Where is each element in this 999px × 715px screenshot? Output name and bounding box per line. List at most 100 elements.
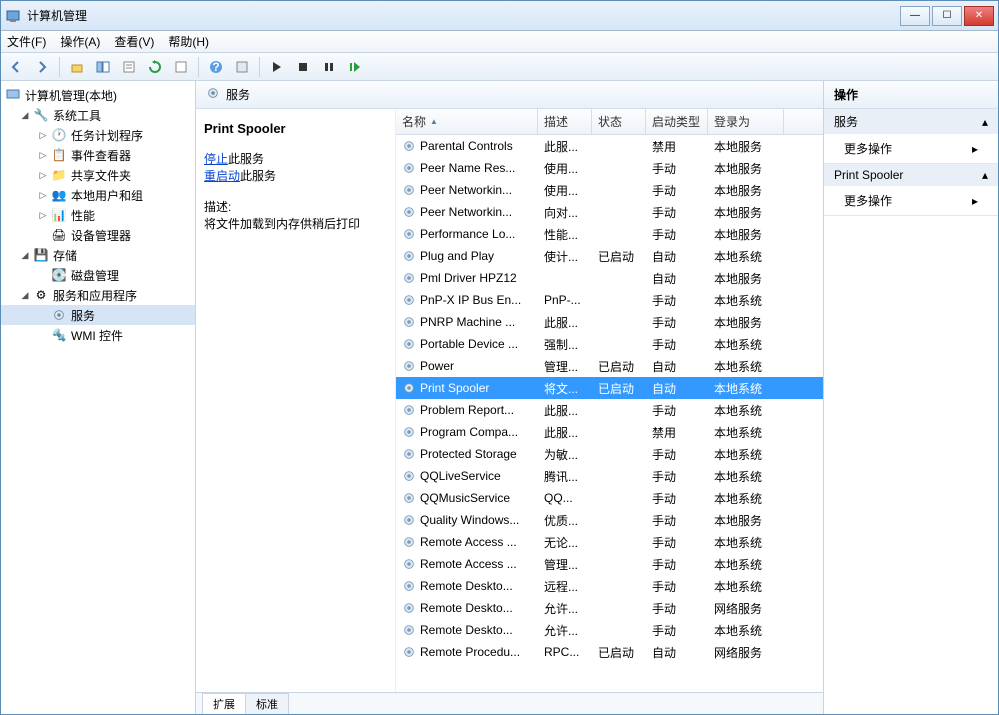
- tree-label: 共享文件夹: [71, 167, 131, 184]
- service-row[interactable]: Plug and Play使计...已启动自动本地系统: [396, 245, 823, 267]
- properties-button[interactable]: [118, 56, 140, 78]
- expand-icon[interactable]: ▷: [37, 210, 49, 221]
- service-row[interactable]: Peer Networkin...向对...手动本地服务: [396, 201, 823, 223]
- expand-icon[interactable]: ▷: [37, 130, 49, 141]
- stop-link[interactable]: 停止: [204, 152, 228, 166]
- cell-name: Problem Report...: [396, 403, 538, 417]
- minimize-button[interactable]: —: [900, 6, 930, 26]
- collapse-icon[interactable]: ◢: [19, 290, 31, 301]
- cell-desc: 性能...: [538, 226, 592, 243]
- tab-extended[interactable]: 扩展: [202, 693, 246, 714]
- menu-help[interactable]: 帮助(H): [168, 33, 209, 50]
- tree-label: 磁盘管理: [71, 267, 119, 284]
- column-logon[interactable]: 登录为: [708, 109, 784, 134]
- export-button[interactable]: [170, 56, 192, 78]
- tree-services[interactable]: 服务: [1, 305, 195, 325]
- service-row[interactable]: Print Spooler将文...已启动自动本地系统: [396, 377, 823, 399]
- service-row[interactable]: Peer Networkin...使用...手动本地服务: [396, 179, 823, 201]
- cell-desc: RPC...: [538, 645, 592, 659]
- collapse-icon[interactable]: ◢: [19, 250, 31, 261]
- service-row[interactable]: Quality Windows...优质...手动本地服务: [396, 509, 823, 531]
- cell-name: Remote Deskto...: [396, 601, 538, 615]
- expand-icon[interactable]: ▷: [37, 190, 49, 201]
- titlebar[interactable]: 计算机管理 — ☐ ✕: [1, 1, 998, 31]
- cell-startup: 手动: [646, 292, 708, 309]
- start-button[interactable]: [266, 56, 288, 78]
- column-desc[interactable]: 描述: [538, 109, 592, 134]
- service-row[interactable]: Performance Lo...性能...手动本地服务: [396, 223, 823, 245]
- pause-button[interactable]: [318, 56, 340, 78]
- service-row[interactable]: Remote Deskto...远程...手动本地系统: [396, 575, 823, 597]
- refresh-button[interactable]: [144, 56, 166, 78]
- menu-view[interactable]: 查看(V): [114, 33, 154, 50]
- tree-device-manager[interactable]: 🖨设备管理器: [1, 225, 195, 245]
- cell-startup: 手动: [646, 402, 708, 419]
- service-row[interactable]: Remote Access ...无论...手动本地系统: [396, 531, 823, 553]
- service-row[interactable]: Remote Deskto...允许...手动网络服务: [396, 597, 823, 619]
- tree-shared-folders[interactable]: ▷📁共享文件夹: [1, 165, 195, 185]
- tree-performance[interactable]: ▷📊性能: [1, 205, 195, 225]
- service-row[interactable]: Portable Device ...强制...手动本地系统: [396, 333, 823, 355]
- cell-startup: 手动: [646, 490, 708, 507]
- service-row[interactable]: Problem Report...此服...手动本地系统: [396, 399, 823, 421]
- more-actions-item[interactable]: 更多操作▸: [824, 134, 998, 163]
- tree-disk-management[interactable]: 💽磁盘管理: [1, 265, 195, 285]
- tree-event-viewer[interactable]: ▷📋事件查看器: [1, 145, 195, 165]
- forward-button[interactable]: [31, 56, 53, 78]
- restart-button[interactable]: [344, 56, 366, 78]
- tool-button[interactable]: [231, 56, 253, 78]
- service-row[interactable]: Parental Controls此服...禁用本地服务: [396, 135, 823, 157]
- tree-local-users[interactable]: ▷👥本地用户和组: [1, 185, 195, 205]
- up-button[interactable]: [66, 56, 88, 78]
- actions-section-selected: Print Spooler▴ 更多操作▸: [824, 164, 998, 216]
- service-row[interactable]: QQLiveService腾讯...手动本地系统: [396, 465, 823, 487]
- back-button[interactable]: [5, 56, 27, 78]
- expand-icon[interactable]: ▷: [37, 170, 49, 181]
- tree-task-scheduler[interactable]: ▷🕐任务计划程序: [1, 125, 195, 145]
- actions-section-services: 服务▴ 更多操作▸: [824, 109, 998, 164]
- close-button[interactable]: ✕: [964, 6, 994, 26]
- tree-root[interactable]: 计算机管理(本地): [1, 85, 195, 105]
- expand-icon[interactable]: ▷: [37, 150, 49, 161]
- service-row[interactable]: Protected Storage为敏...手动本地系统: [396, 443, 823, 465]
- column-status[interactable]: 状态: [592, 109, 646, 134]
- service-row[interactable]: Program Compa...此服...禁用本地系统: [396, 421, 823, 443]
- actions-services-title[interactable]: 服务▴: [824, 109, 998, 134]
- show-hide-tree-button[interactable]: [92, 56, 114, 78]
- tree-system-tools[interactable]: ◢🔧系统工具: [1, 105, 195, 125]
- service-row[interactable]: PNRP Machine ...此服...手动本地服务: [396, 311, 823, 333]
- menu-file[interactable]: 文件(F): [7, 33, 46, 50]
- service-row[interactable]: Remote Deskto...允许...手动本地系统: [396, 619, 823, 641]
- cell-name: Remote Procedu...: [396, 645, 538, 659]
- tree-label: 服务和应用程序: [53, 287, 137, 304]
- column-startup[interactable]: 启动类型: [646, 109, 708, 134]
- navigation-tree[interactable]: 计算机管理(本地) ◢🔧系统工具 ▷🕐任务计划程序 ▷📋事件查看器 ▷📁共享文件…: [1, 81, 196, 714]
- more-actions-item[interactable]: 更多操作▸: [824, 186, 998, 215]
- service-row[interactable]: PnP-X IP Bus En...PnP-...手动本地系统: [396, 289, 823, 311]
- tab-standard[interactable]: 标准: [245, 693, 289, 714]
- column-name[interactable]: 名称▲: [396, 109, 538, 134]
- service-row[interactable]: Peer Name Res...使用...手动本地服务: [396, 157, 823, 179]
- services-body: Print Spooler 停止此服务 重启动此服务 描述: 将文件加载到内存供…: [196, 109, 823, 692]
- stop-button[interactable]: [292, 56, 314, 78]
- actions-selected-title[interactable]: Print Spooler▴: [824, 164, 998, 186]
- collapse-icon[interactable]: ◢: [19, 110, 31, 121]
- cell-name: PnP-X IP Bus En...: [396, 293, 538, 307]
- restart-link[interactable]: 重启动: [204, 169, 240, 183]
- body: 计算机管理(本地) ◢🔧系统工具 ▷🕐任务计划程序 ▷📋事件查看器 ▷📁共享文件…: [1, 81, 998, 714]
- service-row[interactable]: Pml Driver HPZ12自动本地服务: [396, 267, 823, 289]
- cell-status: 已启动: [592, 358, 646, 375]
- tree-storage[interactable]: ◢💾存储: [1, 245, 195, 265]
- service-row[interactable]: QQMusicServiceQQ...手动本地系统: [396, 487, 823, 509]
- service-row[interactable]: Remote Procedu...RPC...已启动自动网络服务: [396, 641, 823, 663]
- services-list[interactable]: 名称▲ 描述 状态 启动类型 登录为 Parental Controls此服..…: [396, 109, 823, 692]
- menu-action[interactable]: 操作(A): [60, 33, 100, 50]
- maximize-button[interactable]: ☐: [932, 6, 962, 26]
- cell-desc: 使用...: [538, 182, 592, 199]
- service-actions: 停止此服务 重启动此服务: [204, 150, 387, 184]
- service-row[interactable]: Power管理...已启动自动本地系统: [396, 355, 823, 377]
- help-button[interactable]: ?: [205, 56, 227, 78]
- tree-services-apps[interactable]: ◢⚙服务和应用程序: [1, 285, 195, 305]
- tree-wmi[interactable]: 🔩WMI 控件: [1, 325, 195, 345]
- service-row[interactable]: Remote Access ...管理...手动本地系统: [396, 553, 823, 575]
